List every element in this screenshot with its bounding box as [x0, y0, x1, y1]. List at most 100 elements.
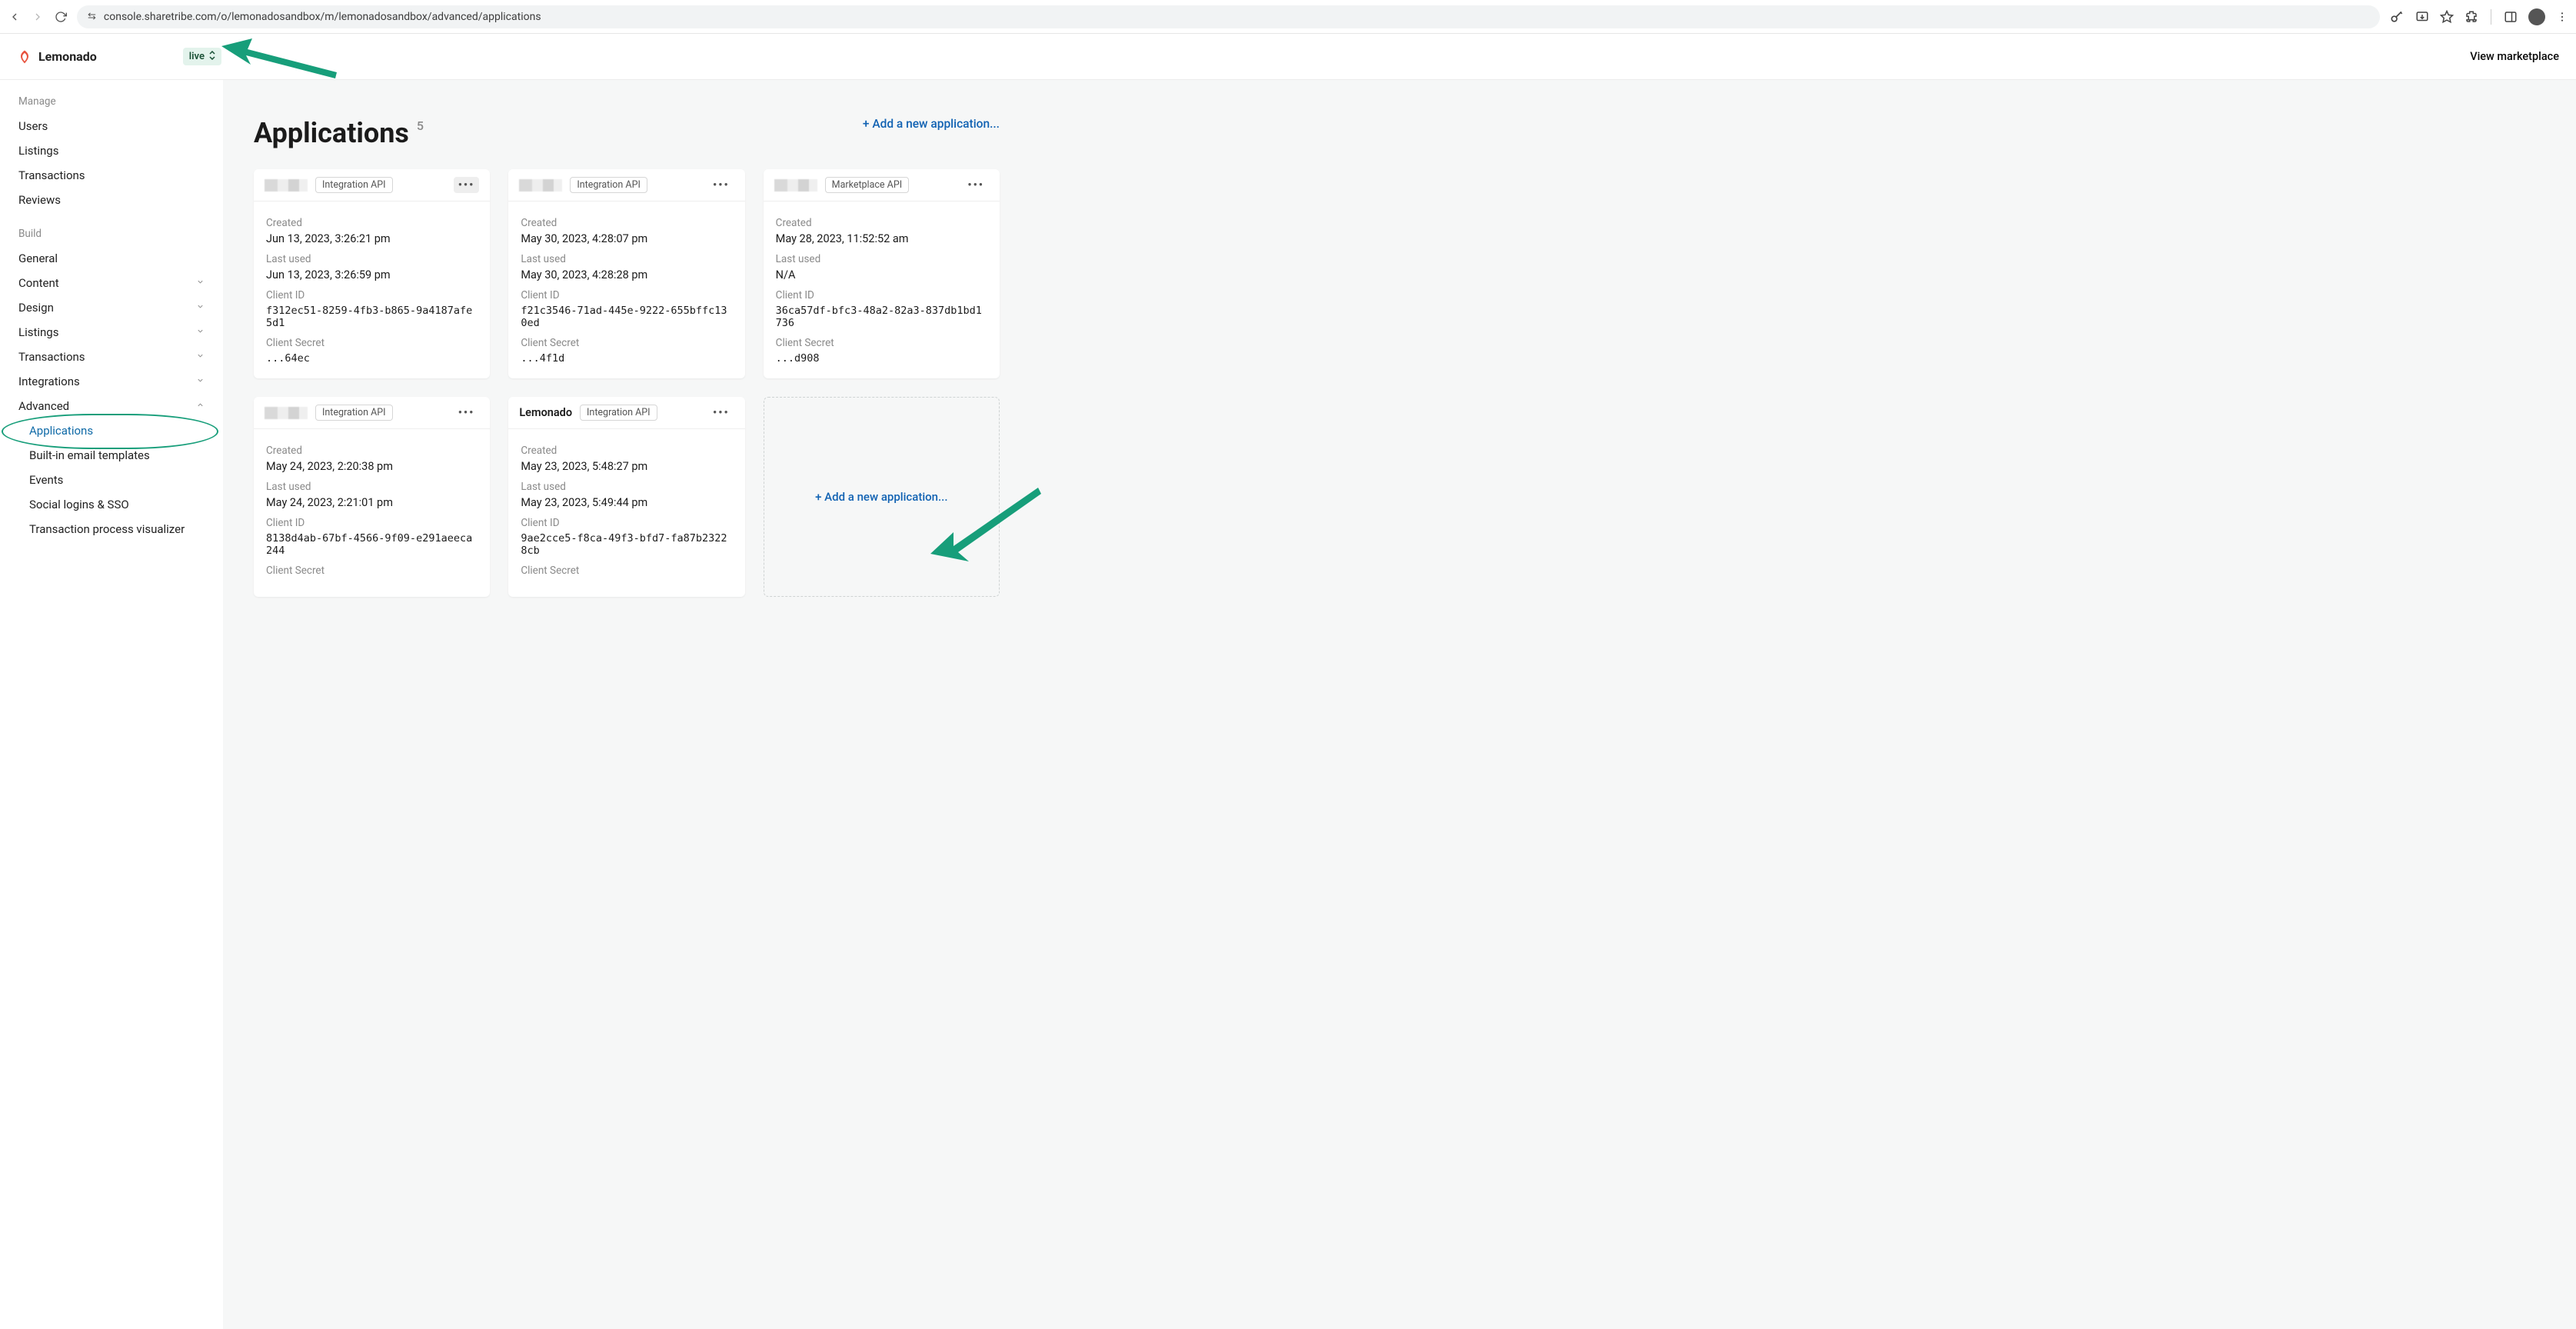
sidebar-item-social-logins-sso[interactable]: Social logins & SSO [0, 492, 223, 517]
password-key-icon[interactable] [2389, 9, 2405, 25]
add-application-link-top[interactable]: + Add a new application... [863, 117, 1000, 131]
field-value: ...64ec [266, 352, 478, 365]
sidebar-item-label: Design [18, 301, 54, 315]
annotation-arrow [221, 38, 337, 85]
field-label: Created [776, 217, 987, 229]
sidebar-item-content[interactable]: Content [0, 271, 223, 295]
card-menu-button[interactable]: ••• [963, 177, 989, 193]
api-type-badge: Marketplace API [825, 177, 909, 193]
field-label: Last used [521, 253, 732, 265]
sidebar-item-listings[interactable]: Listings [0, 138, 223, 163]
extensions-icon[interactable] [2465, 10, 2478, 24]
field-label: Client Secret [521, 565, 732, 577]
field-label: Client Secret [521, 337, 732, 349]
application-name-redacted [519, 179, 562, 192]
application-card: Integration API ••• Created May 30, 2023, 4… [508, 169, 744, 378]
field-value: ...4f1d [521, 352, 732, 365]
card-menu-button[interactable]: ••• [454, 177, 480, 193]
field-label: Created [521, 445, 732, 457]
sidebar-item-users[interactable]: Users [0, 114, 223, 138]
sidebar-item-label: General [18, 251, 58, 265]
application-name-redacted [265, 179, 308, 192]
sidebar-item-label: Integrations [18, 375, 80, 388]
api-type-badge: Integration API [580, 405, 657, 421]
field-label: Client ID [521, 289, 732, 301]
sidebar-item-transactions[interactable]: Transactions [0, 345, 223, 369]
install-pwa-icon[interactable] [2415, 10, 2429, 24]
view-marketplace-link[interactable]: View marketplace [2470, 50, 2559, 63]
field-value: May 30, 2023, 4:28:28 pm [521, 268, 732, 281]
field-value: 36ca57df-bfc3-48a2-82a3-837db1bd1736 [776, 305, 987, 329]
sidebar-item-transactions[interactable]: Transactions [0, 163, 223, 188]
sidebar-item-general[interactable]: General [0, 246, 223, 271]
profile-avatar[interactable] [2528, 8, 2545, 25]
field-label: Last used [776, 253, 987, 265]
field-label: Created [521, 217, 732, 229]
workspace-name: Lemonado [38, 49, 97, 64]
app-count: 5 [417, 118, 424, 133]
url-text: console.sharetribe.com/o/lemonadosandbox… [104, 11, 541, 23]
application-name: Lemonado [519, 406, 572, 419]
application-card: Integration API•••CreatedJun 13, 2023, 3… [254, 169, 490, 378]
back-button[interactable] [8, 10, 22, 24]
sidebar-item-label: Listings [18, 325, 58, 339]
chevron-down-icon [196, 376, 205, 387]
sidebar: Manage UsersListingsTransactionsReviews … [0, 80, 223, 1329]
field-value: f312ec51-8259-4fb3-b865-9a4187afe5d1 [266, 305, 478, 329]
environment-label: live [189, 51, 205, 62]
api-type-badge: Integration API [570, 177, 647, 193]
card-menu-button[interactable]: ••• [708, 405, 734, 421]
sharetribe-logo-icon [17, 49, 32, 65]
sidebar-item-transaction-process-visualizer[interactable]: Transaction process visualizer [0, 517, 223, 541]
url-bar[interactable]: ⇆ console.sharetribe.com/o/lemonadosandb… [77, 5, 2380, 28]
field-value: May 23, 2023, 5:49:44 pm [521, 496, 732, 509]
sidebar-item-label: Transactions [18, 350, 85, 364]
applications-grid: Integration API ••• Created Jun 13, 2023, 3… [254, 169, 1000, 597]
field-value: May 30, 2023, 4:28:07 pm [521, 232, 732, 245]
api-type-badge: Integration API [315, 405, 393, 421]
field-value: May 23, 2023, 5:48:27 pm [521, 460, 732, 473]
sidebar-item-reviews[interactable]: Reviews [0, 188, 223, 212]
field-label: Last used [266, 253, 478, 265]
sidebar-item-listings[interactable]: Listings [0, 320, 223, 345]
chrome-menu-icon[interactable] [2556, 11, 2568, 23]
app-header: Lemonado live View marketplace [0, 34, 2576, 80]
chevron-updown-icon [209, 51, 215, 62]
sidebar-item-design[interactable]: Design [0, 295, 223, 320]
sidebar-item-integrations[interactable]: Integrations [0, 369, 223, 394]
bookmark-star-icon[interactable] [2440, 10, 2454, 24]
side-panel-icon[interactable] [2504, 10, 2518, 24]
field-value: Jun 13, 2023, 3:26:59 pm [266, 268, 478, 281]
chevron-up-icon [196, 401, 205, 411]
environment-selector[interactable]: live [183, 48, 221, 65]
application-card: Marketplace API•••CreatedMay 28, 2023, 1… [764, 169, 1000, 378]
field-label: Last used [521, 481, 732, 493]
page-title: Applications 5 [254, 117, 424, 149]
sidebar-section-build: Build [0, 223, 223, 245]
application-name-redacted [265, 407, 308, 419]
reload-button[interactable] [54, 10, 68, 24]
application-card: Lemonado Integration API ••• Created May 23,… [508, 397, 744, 597]
forward-button[interactable] [31, 10, 45, 24]
sidebar-section-manage: Manage [0, 91, 223, 112]
field-label: Client Secret [266, 337, 478, 349]
sidebar-item-events[interactable]: Events [0, 468, 223, 492]
field-label: Client ID [266, 517, 478, 529]
sidebar-item-built-in-email-templates[interactable]: Built-in email templates [0, 443, 223, 468]
workspace-logo[interactable]: Lemonado [17, 49, 97, 65]
field-value: May 24, 2023, 2:21:01 pm [266, 496, 478, 509]
site-settings-icon[interactable]: ⇆ [88, 11, 96, 22]
content: Applications 5 + Add a new application..… [223, 80, 2576, 1329]
application-card: Integration API•••CreatedMay 24, 2023, 2… [254, 397, 490, 597]
sidebar-item-advanced[interactable]: Advanced [0, 394, 223, 418]
card-menu-button[interactable]: ••• [708, 177, 734, 193]
application-name-redacted [774, 179, 817, 192]
field-value: 9ae2cce5-f8ca-49f3-bfd7-fa87b23228cb [521, 532, 732, 557]
field-label: Client ID [266, 289, 478, 301]
sidebar-item-applications[interactable]: Applications [0, 418, 223, 443]
card-menu-button[interactable]: ••• [454, 405, 480, 421]
field-value: May 24, 2023, 2:20:38 pm [266, 460, 478, 473]
chevron-down-icon [196, 278, 205, 288]
field-label: Client Secret [776, 337, 987, 349]
field-value: f21c3546-71ad-445e-9222-655bffc130ed [521, 305, 732, 329]
